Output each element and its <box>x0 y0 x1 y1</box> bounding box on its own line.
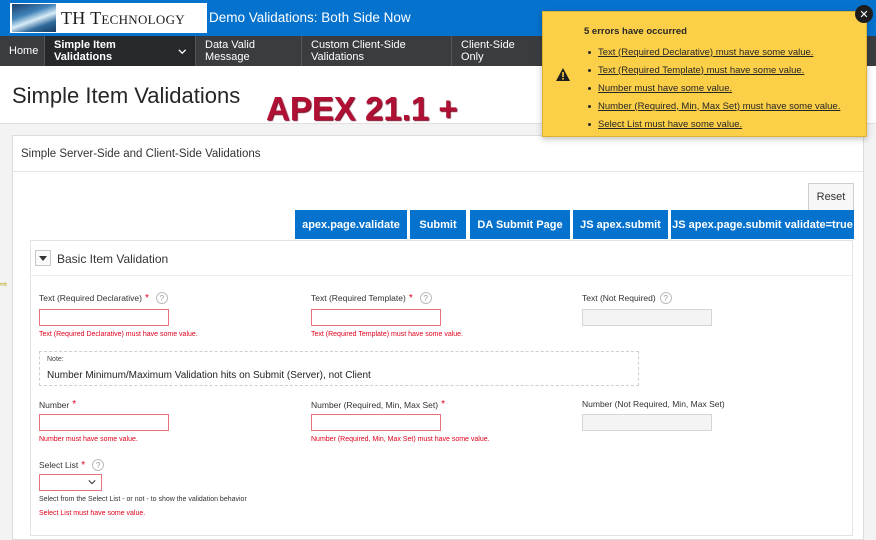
error-list-item: Number (Required, Min, Max Set) must hav… <box>588 97 840 115</box>
text-not-required-label: Text (Not Required) ? <box>582 292 672 304</box>
sub-region-title: Basic Item Validation <box>57 252 169 266</box>
label-text: Number (Required, Min, Max Set) <box>311 399 439 410</box>
text-not-required-input[interactable] <box>582 309 712 326</box>
page-title: Simple Item Validations <box>12 83 241 108</box>
js-apex-submit-button[interactable]: JS apex.submit <box>573 210 668 239</box>
nav-item-data-valid-message[interactable]: Data Valid Message <box>196 36 302 66</box>
required-marker: * <box>144 292 149 304</box>
chevron-down-icon <box>88 480 96 485</box>
text-required-template-label: Text (Required Template) * ? <box>311 292 432 304</box>
required-marker: * <box>441 399 445 410</box>
text-required-template-error: Text (Required Template) must have some … <box>311 331 463 338</box>
arrow-marker-icon: ⇨ <box>0 279 8 289</box>
label-text: Text (Not Required) <box>582 293 656 303</box>
divider <box>31 275 852 276</box>
js-apex-page-submit-validate-button[interactable]: JS apex.page.submit validate=true <box>671 210 854 239</box>
select-list-inline-help: Select from the Select List - or not - t… <box>39 496 247 503</box>
nav-item-custom-client-side-validations[interactable]: Custom Client-Side Validations <box>302 36 452 66</box>
close-icon[interactable]: ✕ <box>855 5 873 23</box>
reset-button[interactable]: Reset <box>808 183 854 211</box>
warning-icon <box>556 68 570 81</box>
nav-item-label: Data Valid Message <box>205 39 255 63</box>
error-link[interactable]: Number must have some value. <box>598 83 732 94</box>
text-required-declarative-label: Text (Required Declarative) * ? <box>39 292 168 304</box>
note-box: Note: Number Minimum/Maximum Validation … <box>39 351 639 386</box>
nav-item-label: Simple Item Validations <box>54 39 116 63</box>
da-submit-page-button[interactable]: DA Submit Page <box>470 210 570 239</box>
text-required-declarative-error: Text (Required Declarative) must have so… <box>39 331 198 338</box>
error-link[interactable]: Text (Required Declarative) must have so… <box>598 47 813 58</box>
number-label: Number * <box>39 399 76 410</box>
submit-button[interactable]: Submit <box>410 210 466 239</box>
error-list-item: Text (Required Template) must have some … <box>588 61 840 79</box>
error-list-item: Number must have some value. <box>588 79 840 97</box>
app-title[interactable]: Demo Validations: Both Side Now <box>209 10 411 25</box>
apex-version-overlay: APEX 21.1 + <box>266 90 458 127</box>
label-text: Number (Not Required, Min, Max Set) <box>582 399 725 409</box>
basic-item-validation-region: Basic Item Validation Text (Required Dec… <box>30 240 853 536</box>
nav-item-home[interactable]: Home <box>0 36 45 66</box>
label-text: Text (Required Template) <box>311 293 406 303</box>
number-required-minmax-error: Number (Required, Min, Max Set) must hav… <box>311 436 490 443</box>
text-required-declarative-input[interactable] <box>39 309 169 326</box>
number-error: Number must have some value. <box>39 436 138 443</box>
bullet <box>588 104 591 108</box>
apex-page-validate-button[interactable]: apex.page.validate <box>295 210 407 239</box>
nav-item-label: Client-Side Only <box>461 39 515 63</box>
select-list-dropdown[interactable] <box>39 474 102 491</box>
caret-down-icon <box>39 255 47 261</box>
error-link[interactable]: Number (Required, Min, Max Set) must hav… <box>598 101 840 112</box>
label-text: Text (Required Declarative) <box>39 293 142 303</box>
logo-image <box>12 4 56 32</box>
required-marker: * <box>72 399 77 410</box>
app-logo[interactable]: TH Technology <box>10 3 207 33</box>
help-icon[interactable]: ? <box>659 292 672 304</box>
number-not-required-input[interactable] <box>582 414 712 431</box>
nav-item-label: Custom Client-Side Validations <box>311 39 406 63</box>
help-icon[interactable]: ? <box>419 292 432 304</box>
bullet <box>588 50 591 54</box>
required-marker: * <box>408 292 413 304</box>
note-text: Number Minimum/Maximum Validation hits o… <box>47 370 371 381</box>
select-list-error: Select List must have some value. <box>39 510 146 517</box>
bullet <box>588 86 591 90</box>
number-not-required-label: Number (Not Required, Min, Max Set) <box>582 399 725 409</box>
error-link[interactable]: Select List must have some value. <box>598 119 742 130</box>
error-notification: 5 errors have occurred Text (Required De… <box>542 11 867 137</box>
error-list-item: Text (Required Declarative) must have so… <box>588 43 840 61</box>
note-label: Note: <box>47 356 64 363</box>
nav-item-simple-item-validations[interactable]: Simple Item Validations <box>45 36 196 66</box>
error-list-item: Select List must have some value. <box>588 115 840 133</box>
nav-item-client-side-only[interactable]: Client-Side Only <box>452 36 540 66</box>
number-required-minmax-input[interactable] <box>311 414 441 431</box>
bullet <box>588 122 591 126</box>
bullet <box>588 68 591 72</box>
region-title: Simple Server-Side and Client-Side Valid… <box>13 136 863 172</box>
chevron-down-icon[interactable] <box>177 47 186 56</box>
help-icon[interactable]: ? <box>155 292 168 304</box>
text-required-template-input[interactable] <box>311 309 441 326</box>
error-link[interactable]: Text (Required Template) must have some … <box>598 65 804 76</box>
collapse-toggle[interactable] <box>35 250 51 266</box>
required-marker: * <box>81 459 86 471</box>
label-text: Number <box>39 399 70 410</box>
help-icon[interactable]: ? <box>92 459 105 471</box>
validations-region: Simple Server-Side and Client-Side Valid… <box>12 135 864 540</box>
error-list: Text (Required Declarative) must have so… <box>588 43 840 133</box>
number-input[interactable] <box>39 414 169 431</box>
notification-title: 5 errors have occurred <box>584 26 687 37</box>
number-required-minmax-label: Number (Required, Min, Max Set) * <box>311 399 445 410</box>
logo-text: TH Technology <box>61 7 185 28</box>
label-text: Select List <box>39 460 79 470</box>
select-list-label: Select List * ? <box>39 459 105 471</box>
nav-item-label: Home <box>9 45 39 57</box>
